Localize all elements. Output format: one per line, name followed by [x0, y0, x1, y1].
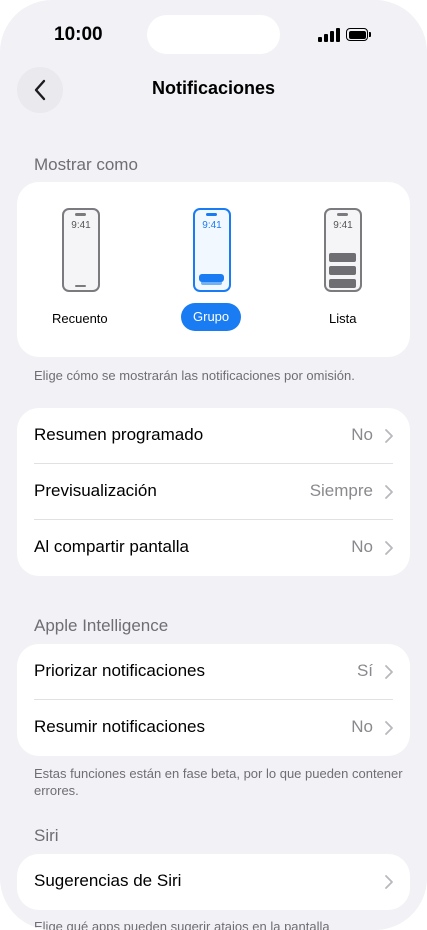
dynamic-island	[147, 15, 280, 54]
show-as-footnote: Elige cómo se mostrarán las notificacion…	[34, 368, 355, 383]
chevron-right-icon	[385, 875, 393, 889]
siri-card: Sugerencias de Siri	[17, 854, 410, 910]
option-lista[interactable]: 9:41 Lista	[307, 202, 387, 332]
chevron-right-icon	[385, 429, 393, 443]
row-al-compartir-pantalla[interactable]: Al compartir pantalla No	[17, 520, 410, 576]
general-settings-card: Resumen programado No Previsualización S…	[17, 408, 410, 576]
row-label: Resumen programado	[34, 425, 204, 444]
section-header-show-as: Mostrar como	[34, 155, 138, 174]
phone-screen: 10:00 Notificaciones Mostrar como 9:41 R…	[0, 0, 427, 930]
row-label: Resumir notificaciones	[34, 717, 206, 736]
option-label-grupo: Grupo	[181, 303, 242, 331]
page-title: Notificaciones	[151, 78, 276, 98]
option-label-lista: Lista	[329, 311, 357, 326]
signal-icon	[318, 28, 340, 42]
siri-footnote: Elige qué apps pueden sugerir atajos en …	[34, 919, 330, 930]
row-label: Previsualización	[34, 481, 157, 500]
show-as-card: 9:41 Recuento 9:41 Grupo 9:41 Lista	[17, 182, 410, 357]
stack-preview-icon: 9:41	[193, 208, 231, 292]
chevron-right-icon	[385, 541, 393, 555]
count-preview-icon: 9:41	[62, 208, 100, 292]
row-sugerencias-de-siri[interactable]: Sugerencias de Siri	[17, 854, 410, 910]
row-value: Siempre	[309, 481, 373, 500]
chevron-right-icon	[385, 485, 393, 499]
section-header-siri: Siri	[34, 826, 59, 845]
status-time: 10:00	[54, 24, 103, 45]
row-label: Al compartir pantalla	[34, 537, 189, 556]
row-resumen-programado[interactable]: Resumen programado No	[17, 408, 410, 464]
row-value: Sí	[356, 661, 373, 680]
option-label-recuento: Recuento	[52, 311, 108, 326]
row-value: No	[351, 537, 373, 556]
chevron-right-icon	[385, 665, 393, 679]
battery-icon	[346, 28, 372, 41]
row-label: Priorizar notificaciones	[34, 661, 206, 680]
row-previsualizacion[interactable]: Previsualización Siempre	[17, 464, 410, 520]
row-resumir-notificaciones[interactable]: Resumir notificaciones No	[17, 700, 410, 756]
row-value: No	[351, 717, 373, 736]
section-header-apple-intelligence: Apple Intelligence	[34, 616, 169, 635]
option-recuento[interactable]: 9:41 Recuento	[42, 202, 122, 332]
apple-intelligence-footnote: Estas funciones están en fase beta, por …	[34, 766, 403, 798]
apple-intelligence-card: Priorizar notificaciones Sí Resumir noti…	[17, 644, 410, 756]
list-preview-icon: 9:41	[324, 208, 362, 292]
chevron-right-icon	[385, 721, 393, 735]
row-priorizar-notificaciones[interactable]: Priorizar notificaciones Sí	[17, 644, 410, 700]
row-label: Sugerencias de Siri	[34, 871, 182, 890]
option-grupo[interactable]: 9:41 Grupo	[177, 202, 257, 332]
row-value: No	[351, 425, 373, 444]
